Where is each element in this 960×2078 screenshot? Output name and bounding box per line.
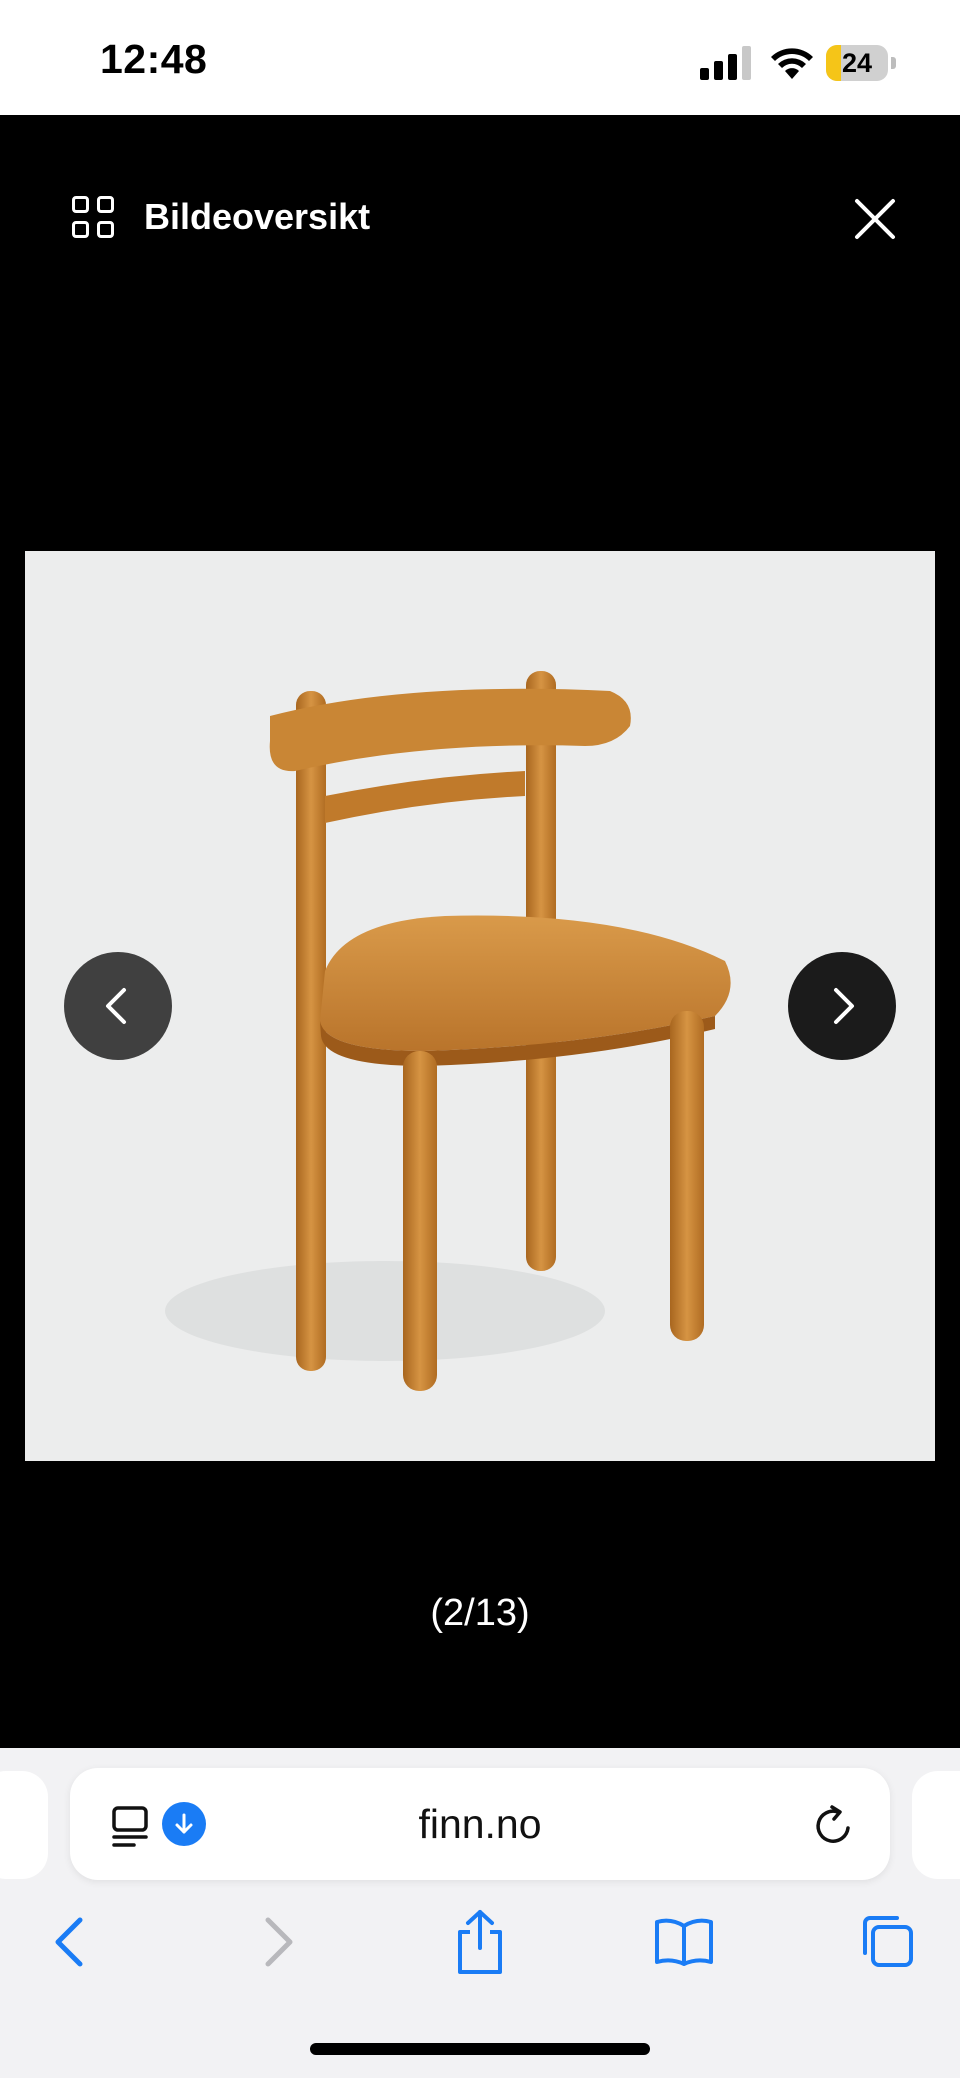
back-icon [55, 1917, 83, 1967]
battery-icon: 24 [826, 45, 896, 81]
back-button[interactable] [40, 1912, 100, 1972]
address-bar[interactable]: finn.no [70, 1768, 890, 1880]
reader-icon[interactable] [110, 1804, 154, 1848]
cellular-signal-icon [700, 46, 751, 80]
next-tab-preview[interactable] [912, 1771, 960, 1879]
download-icon[interactable] [162, 1802, 206, 1846]
close-icon[interactable] [852, 196, 898, 242]
image-overview-label: Bildeoversikt [144, 196, 371, 237]
share-button[interactable] [450, 1904, 510, 1980]
chevron-right-icon [834, 988, 854, 1024]
tabs-button[interactable] [856, 1912, 916, 1972]
battery-level: 24 [841, 48, 873, 78]
chevron-left-icon [106, 988, 126, 1024]
status-bar: 12:48 24 [0, 0, 960, 115]
status-time: 12:48 [100, 36, 208, 82]
bookmarks-icon [655, 1918, 713, 1966]
tabs-icon [863, 1916, 913, 1967]
previous-tab-preview[interactable] [0, 1771, 48, 1879]
next-image-button[interactable] [788, 952, 896, 1060]
home-indicator [310, 2043, 650, 2055]
previous-image-button[interactable] [64, 952, 172, 1060]
reload-icon[interactable] [812, 1804, 856, 1848]
grid-icon [72, 196, 114, 238]
share-icon [458, 1910, 502, 1974]
forward-icon [265, 1917, 293, 1967]
image-counter: (2/13) [430, 1592, 530, 1634]
bookmarks-button[interactable] [652, 1912, 716, 1972]
image-overview-button[interactable]: Bildeoversikt [72, 196, 370, 238]
wifi-icon [771, 48, 813, 79]
forward-button[interactable] [248, 1912, 308, 1972]
